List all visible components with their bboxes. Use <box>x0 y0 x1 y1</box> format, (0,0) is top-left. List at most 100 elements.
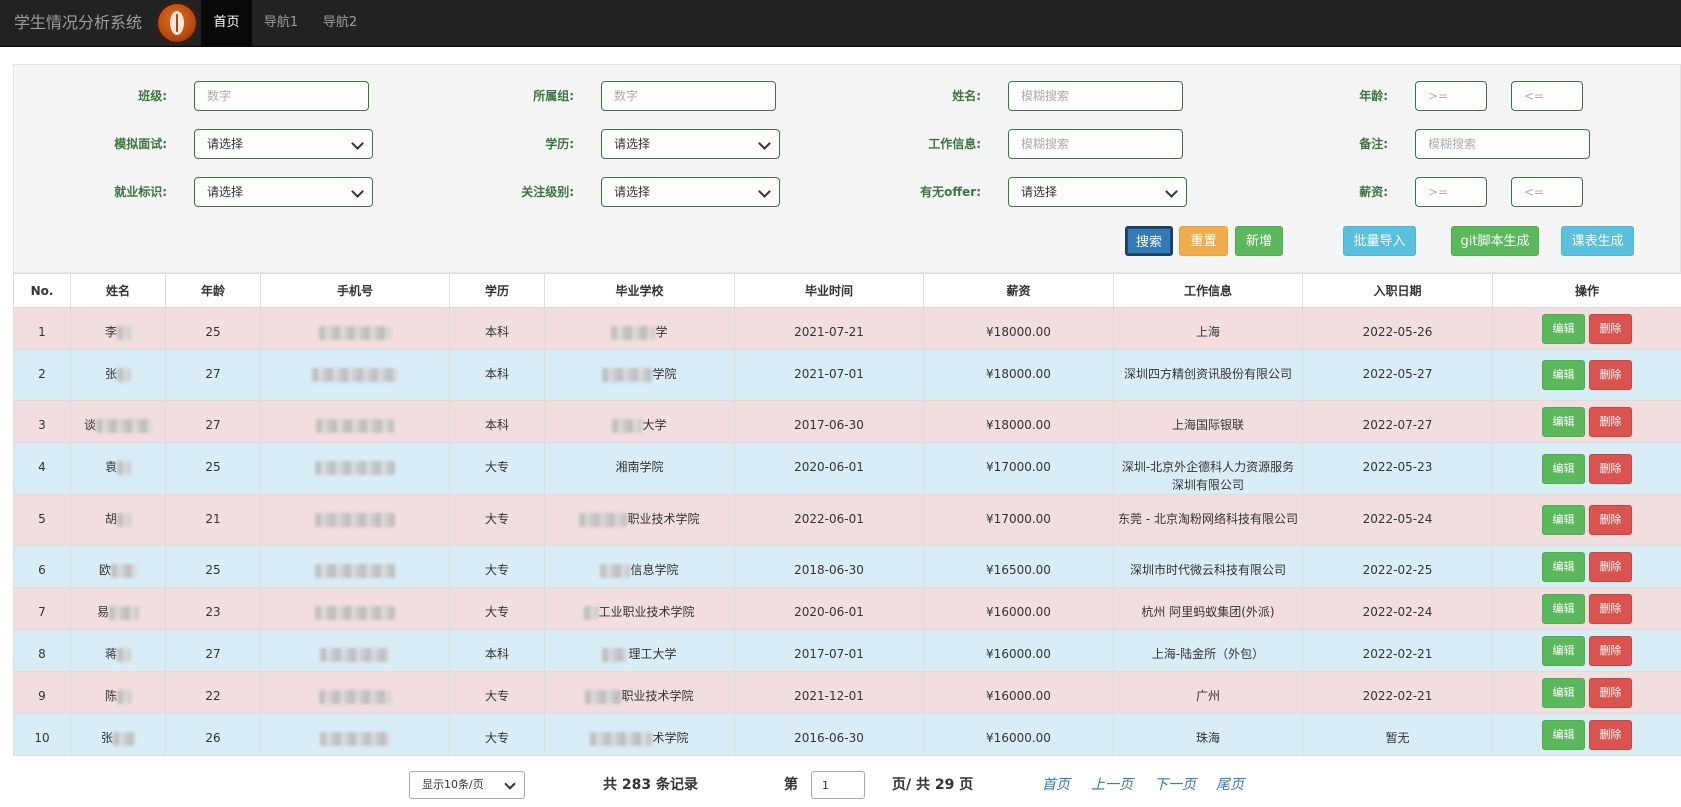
cell-hire-date: 2022-02-24 <box>1302 587 1493 630</box>
delete-button[interactable]: 删除 <box>1589 313 1632 344</box>
table-row: 9 陈 22 大专 职业技术学院 2021-12-01 ¥16000.00 广州… <box>13 671 1681 714</box>
focus-level-label: 关注级别: <box>521 185 574 199</box>
page-suffix: 页 <box>954 777 974 793</box>
cell-actions: 编辑 删除 <box>1492 349 1681 401</box>
school-text: 职业技术学院 <box>621 689 694 703</box>
cell-no: 7 <box>13 587 71 630</box>
delete-button[interactable]: 删除 <box>1589 593 1632 624</box>
group-input[interactable] <box>601 81 776 111</box>
edit-button[interactable]: 编辑 <box>1542 406 1585 437</box>
redacted-blur <box>96 418 152 433</box>
table-row: 4 袁 25 大专 湘南学院 2020-06-01 ¥17000.00 深圳-北… <box>13 442 1681 495</box>
redacted-blur <box>312 367 398 382</box>
cell-work-info: 上海-陆金所（外包） <box>1113 629 1303 672</box>
work-info-input[interactable] <box>1008 129 1183 159</box>
git-script-button[interactable]: git脚本生成 <box>1451 226 1539 256</box>
edit-button[interactable]: 编辑 <box>1542 635 1585 666</box>
nav-1[interactable]: 导航1 <box>252 0 310 46</box>
cell-actions: 编辑 删除 <box>1492 713 1681 756</box>
table-row: 7 易 23 大专 工业职业技术学院 2020-06-01 ¥16000.00 … <box>13 587 1681 630</box>
delete-button[interactable]: 删除 <box>1589 635 1632 666</box>
focus-level-select[interactable]: 请选择 <box>601 177 780 207</box>
remark-label: 备注: <box>1359 137 1388 151</box>
salary-max-input[interactable] <box>1511 177 1583 207</box>
cell-school: 职业技术学院 <box>544 494 735 546</box>
reset-button[interactable]: 重置 <box>1179 226 1228 256</box>
cell-name: 张 <box>70 713 166 756</box>
cell-salary: ¥18000.00 <box>923 307 1114 350</box>
cell-age: 22 <box>165 671 261 714</box>
school-text: 术学院 <box>652 731 689 745</box>
prev-page-link[interactable]: 上一页 <box>1091 774 1133 796</box>
chevron-down-icon <box>504 778 516 790</box>
mock-interview-select[interactable]: 请选择 <box>194 129 373 159</box>
batch-import-button[interactable]: 批量导入 <box>1343 226 1416 256</box>
redacted-blur <box>113 731 135 746</box>
cell-grad-date: 2021-07-21 <box>734 307 924 350</box>
cell-school: 术学院 <box>544 713 735 756</box>
cell-actions: 编辑 删除 <box>1492 442 1681 495</box>
first-page-link[interactable]: 首页 <box>1042 774 1070 796</box>
table-row: 6 欧 25 大专 信息学院 2018-06-30 ¥16500.00 深圳市时… <box>13 545 1681 588</box>
cell-actions: 编辑 删除 <box>1492 671 1681 714</box>
page-prefix: 第 <box>784 777 798 793</box>
delete-button[interactable]: 删除 <box>1589 719 1632 750</box>
school-text: 大学 <box>642 418 667 432</box>
remark-input[interactable] <box>1415 129 1590 159</box>
edit-button[interactable]: 编辑 <box>1542 505 1585 535</box>
page-number-input[interactable] <box>811 771 865 799</box>
edit-button[interactable]: 编辑 <box>1542 593 1585 624</box>
edit-button[interactable]: 编辑 <box>1542 551 1585 582</box>
cell-grad-date: 2018-06-30 <box>734 545 924 588</box>
education-label: 学历: <box>545 137 574 151</box>
cell-school: 工业职业技术学院 <box>544 587 735 630</box>
offer-select[interactable]: 请选择 <box>1008 177 1187 207</box>
next-page-link[interactable]: 下一页 <box>1154 774 1196 796</box>
cell-phone <box>260 307 450 350</box>
cell-school: 湘南学院 <box>544 442 735 495</box>
edit-button[interactable]: 编辑 <box>1542 313 1585 344</box>
schedule-generate-button[interactable]: 课表生成 <box>1561 226 1634 256</box>
delete-button[interactable]: 删除 <box>1589 677 1632 708</box>
cell-age: 21 <box>165 494 261 546</box>
delete-button[interactable]: 删除 <box>1589 551 1632 582</box>
delete-button[interactable]: 删除 <box>1589 360 1632 390</box>
app-title[interactable]: 学生情况分析系统 <box>14 0 142 46</box>
delete-button[interactable]: 删除 <box>1589 406 1632 437</box>
name-input[interactable] <box>1008 81 1183 111</box>
cell-phone <box>260 494 450 546</box>
cell-no: 2 <box>13 349 71 401</box>
redacted-blur <box>117 325 131 340</box>
table-row: 10 张 26 大专 术学院 2016-06-30 ¥16000.00 珠海 暂… <box>13 713 1681 756</box>
employment-select[interactable]: 请选择 <box>194 177 373 207</box>
edit-button[interactable]: 编辑 <box>1542 453 1585 484</box>
age-max-input[interactable] <box>1511 81 1583 111</box>
delete-button[interactable]: 删除 <box>1589 453 1632 484</box>
add-button[interactable]: 新增 <box>1235 226 1283 256</box>
redacted-blur <box>319 325 391 340</box>
class-input[interactable] <box>194 81 369 111</box>
education-select[interactable]: 请选择 <box>601 129 780 159</box>
cell-no: 3 <box>13 400 71 443</box>
nav-home[interactable]: 首页 <box>201 0 252 46</box>
redacted-blur <box>316 418 394 433</box>
school-text: 学院 <box>652 367 677 381</box>
edit-button[interactable]: 编辑 <box>1542 360 1585 390</box>
col-no: No. <box>13 273 71 308</box>
page-size-select[interactable]: 显示10条/页 <box>409 771 525 799</box>
edit-button[interactable]: 编辑 <box>1542 677 1585 708</box>
last-page-link[interactable]: 尾页 <box>1216 774 1244 796</box>
cell-education: 大专 <box>449 671 545 714</box>
group-label: 所属组: <box>533 89 574 103</box>
name-text: 胡 <box>104 512 117 526</box>
cell-hire-date: 2022-02-25 <box>1302 545 1493 588</box>
edit-button[interactable]: 编辑 <box>1542 719 1585 750</box>
delete-button[interactable]: 删除 <box>1589 505 1632 535</box>
cell-school: 职业技术学院 <box>544 671 735 714</box>
salary-min-input[interactable] <box>1415 177 1487 207</box>
cell-grad-date: 2016-06-30 <box>734 713 924 756</box>
age-min-input[interactable] <box>1415 81 1487 111</box>
search-button[interactable]: 搜索 <box>1125 226 1173 256</box>
redacted-blur <box>319 689 391 704</box>
nav-2[interactable]: 导航2 <box>310 0 370 46</box>
